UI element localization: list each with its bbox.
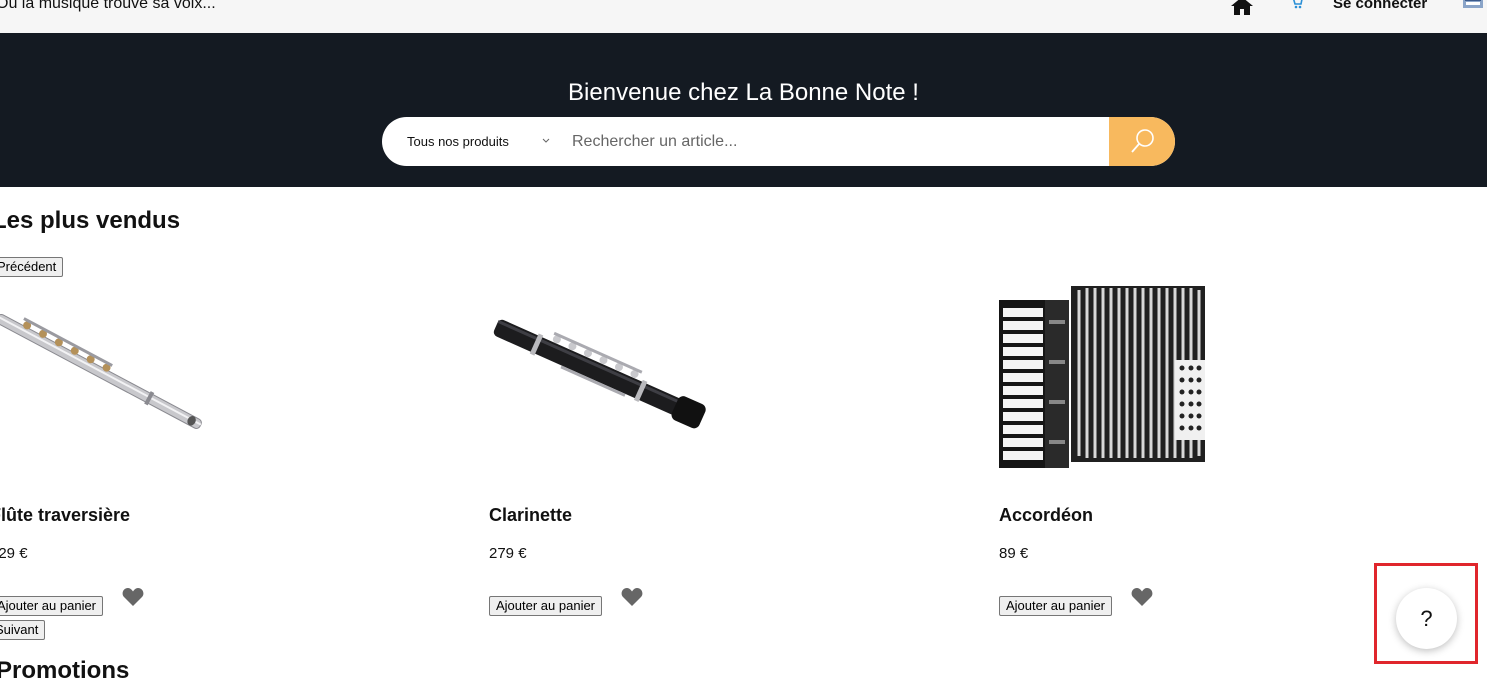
hero-title: Bienvenue chez La Bonne Note ! — [568, 79, 919, 106]
chevron-down-icon[interactable] — [542, 137, 550, 145]
product-name[interactable]: Clarinette — [489, 505, 572, 526]
hero-banner: Bienvenue chez La Bonne Note ! Tous nos … — [0, 33, 1487, 187]
product-card: Clarinette 279 € Ajouter au panier — [489, 280, 749, 620]
heart-icon[interactable] — [122, 587, 144, 607]
add-to-cart-button[interactable]: Ajouter au panier — [489, 596, 603, 616]
clarinet-image — [493, 319, 706, 429]
heart-icon[interactable] — [621, 587, 643, 607]
search-button[interactable] — [1109, 117, 1175, 166]
product-price: 279 € — [489, 545, 527, 562]
previous-button[interactable]: Précédent — [0, 257, 64, 277]
search-bar: Tous nos produits — [382, 117, 1175, 166]
category-select-value: Tous nos produits — [407, 134, 509, 149]
product-name[interactable]: Accordéon — [999, 505, 1093, 526]
product-name[interactable]: Flûte traversière — [0, 505, 130, 526]
logo-icon[interactable] — [1462, 0, 1484, 10]
product-price: 329 € — [0, 545, 28, 562]
bestsellers-title: Les plus vendus — [0, 207, 181, 234]
search-icon — [1131, 129, 1154, 153]
help-button[interactable]: ? — [1396, 588, 1457, 649]
product-price: 89 € — [999, 545, 1029, 562]
product-card: Flûte traversière 329 € Ajouter au panie… — [0, 280, 250, 620]
category-select[interactable]: Tous nos produits — [407, 117, 509, 166]
add-to-cart-button[interactable]: Ajouter au panier — [999, 596, 1113, 616]
top-bar: Où la musique trouve sa voix... Se conne… — [0, 0, 1487, 33]
product-card: Accordéon 89 € Ajouter au panier — [999, 280, 1259, 620]
add-to-cart-button[interactable]: Ajouter au panier — [0, 596, 104, 616]
heart-icon[interactable] — [1131, 587, 1153, 607]
next-button[interactable]: Suivant — [0, 620, 46, 640]
cart-icon[interactable] — [1290, 0, 1304, 10]
home-icon[interactable] — [1230, 0, 1254, 16]
search-input[interactable] — [562, 117, 1082, 166]
site-tagline: Où la musique trouve sa voix... — [0, 0, 216, 12]
login-link[interactable]: Se connecter — [1333, 0, 1427, 12]
promotions-title: Promotions — [0, 657, 130, 684]
flute-image — [0, 313, 202, 429]
accordion-image — [999, 286, 1205, 468]
